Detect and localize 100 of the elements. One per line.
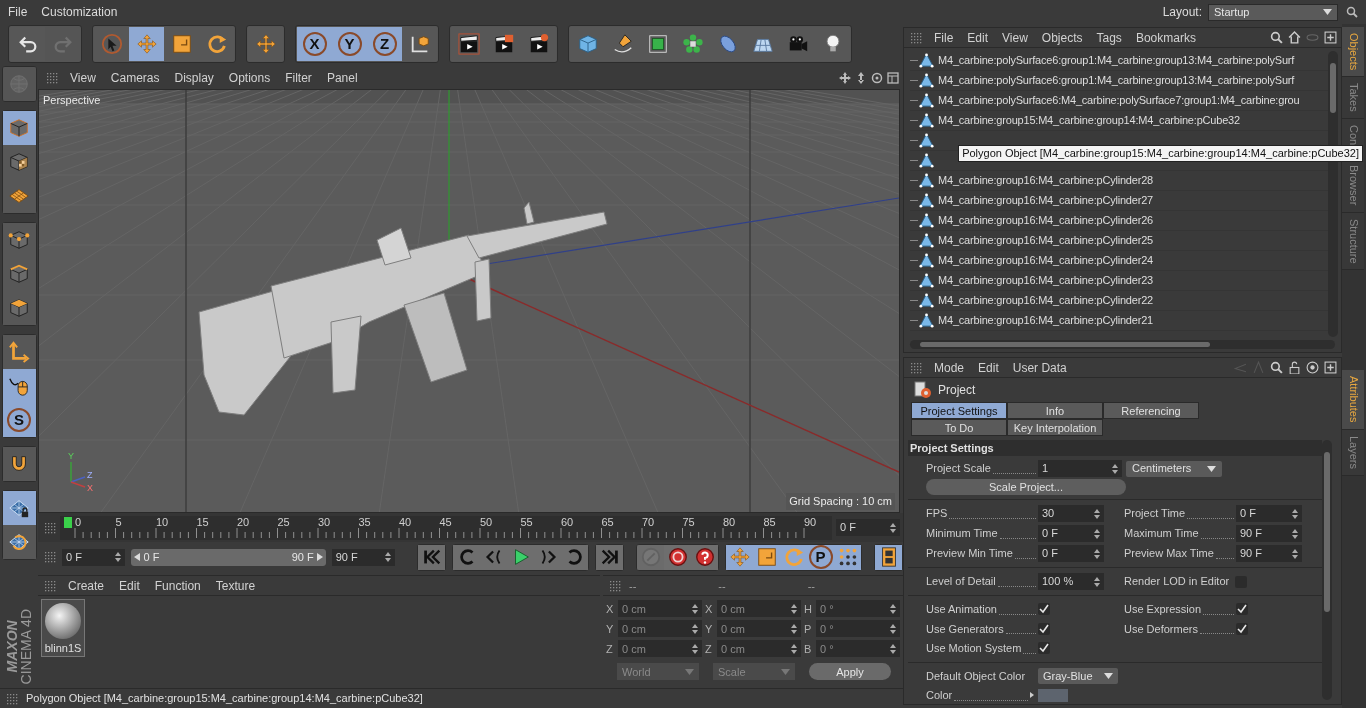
color-dropdown[interactable]: Gray-Blue [1038, 667, 1118, 684]
number-field[interactable]: 0 ° [816, 620, 900, 638]
menu-item[interactable]: Edit [967, 28, 989, 47]
number-field[interactable]: 0 cm [618, 600, 702, 618]
model-button[interactable] [2, 111, 36, 145]
left-arrow-icon[interactable] [134, 553, 141, 562]
number-field[interactable]: 0 F [62, 548, 126, 566]
search-icon[interactable] [1270, 361, 1283, 374]
spinner-icon[interactable] [1112, 463, 1118, 474]
panel-grip-icon[interactable] [44, 521, 56, 534]
menu-item[interactable]: User Data [1012, 358, 1067, 377]
next-key-button[interactable] [561, 544, 588, 570]
number-field[interactable]: 0 cm [618, 640, 702, 658]
go-end-button[interactable] [596, 544, 623, 570]
timeline-ruler[interactable]: 0 5 10 15 20 25 30 35 40 45 50 55 60 65 70 75 80 85 90 [60, 515, 832, 540]
rotate-button[interactable] [780, 544, 807, 570]
spinner-icon[interactable] [115, 552, 122, 563]
axis-lock-button[interactable]: Z [367, 27, 402, 61]
material-swatch[interactable]: blinn1S [41, 599, 85, 658]
target-icon[interactable] [1306, 361, 1319, 374]
panel-grip-icon[interactable] [44, 579, 56, 592]
panel-grip-icon[interactable] [910, 31, 922, 44]
axis-lock-button[interactable]: Y [332, 27, 367, 61]
spinner-icon[interactable] [791, 603, 797, 614]
object-name[interactable]: M4_carbine:polySurface6:group1:M4_carbine:group13:M4_carbine:polySurf [938, 52, 1295, 69]
number-field[interactable]: 100 % [1038, 573, 1104, 590]
spinner-icon[interactable] [1292, 508, 1298, 519]
number-field[interactable]: 0 F [1038, 525, 1104, 542]
menu-item[interactable]: Bookmarks [1135, 28, 1196, 47]
spinner-icon[interactable] [890, 522, 896, 533]
menu-item[interactable]: Tags [1096, 28, 1122, 47]
toggle-panel-icon[interactable] [887, 71, 899, 84]
vertical-scrollbar[interactable] [1322, 440, 1332, 700]
number-field[interactable]: 0 cm [717, 640, 801, 658]
dots-button[interactable] [834, 544, 861, 570]
menu-item[interactable]: Edit [119, 576, 140, 595]
menu-item[interactable]: Cameras [110, 68, 160, 87]
prev-key-button[interactable] [453, 544, 480, 570]
object-name[interactable]: M4_carbine:group16:M4_carbine:pCylinder28 [938, 172, 1153, 189]
spinner-icon[interactable] [1094, 508, 1100, 519]
layout-dropdown[interactable]: Startup [1208, 3, 1338, 21]
side-tab[interactable]: Objects [1342, 27, 1364, 78]
menu-item[interactable]: Filter [285, 68, 312, 87]
color-swatch[interactable] [1038, 688, 1068, 702]
pan-arrows-icon[interactable] [855, 71, 867, 84]
tab[interactable]: To Do [911, 419, 1007, 436]
menu-item[interactable]: View [1002, 28, 1028, 47]
tweak-button[interactable] [2, 369, 36, 403]
number-field[interactable]: 0 F [836, 519, 900, 536]
side-tab[interactable]: Attributes [1342, 370, 1364, 430]
film-button[interactable] [875, 544, 902, 570]
checkbox[interactable] [1038, 642, 1050, 655]
tab[interactable]: Info [1007, 402, 1103, 419]
spinner-icon[interactable] [791, 643, 797, 654]
number-field[interactable]: 0 F [1236, 505, 1302, 522]
axis-lock-button[interactable]: X [297, 27, 332, 61]
object-name[interactable]: M4_carbine:group16:M4_carbine:pCylinder25 [938, 232, 1153, 249]
number-field[interactable]: 90 F [1236, 545, 1302, 562]
spinner-icon[interactable] [1292, 548, 1298, 559]
rotate-view-icon[interactable] [871, 71, 883, 84]
tab[interactable]: Key Interpolation [1007, 419, 1103, 436]
number-field[interactable]: 1 [1038, 460, 1122, 477]
menu-item[interactable]: Edit [978, 358, 999, 377]
menu-item[interactable]: Objects [1041, 28, 1083, 47]
menu-item[interactable]: File [934, 28, 954, 47]
side-tab[interactable]: Structure [1342, 212, 1364, 271]
playhead[interactable] [64, 516, 72, 528]
move-button[interactable] [726, 544, 753, 570]
panel-grip-icon[interactable] [910, 361, 922, 374]
number-field[interactable]: 90 F [1236, 525, 1302, 542]
object-name[interactable]: M4_carbine:group16:M4_carbine:pCylinder23 [938, 272, 1153, 289]
number-field[interactable]: 0 F [1038, 545, 1104, 562]
spinner-icon[interactable] [1094, 528, 1100, 539]
number-field[interactable]: 0 cm [618, 620, 702, 638]
object-name[interactable]: M4_carbine:group16:M4_carbine:pCylinder27 [938, 192, 1153, 209]
workplane-lock-button[interactable] [2, 491, 36, 525]
spinner-icon[interactable] [692, 603, 698, 614]
checkbox[interactable] [1236, 622, 1248, 635]
spinner-icon[interactable] [890, 643, 896, 654]
panel-grip-icon[interactable] [609, 579, 621, 592]
parameter-button[interactable]: P [807, 544, 834, 570]
spinner-icon[interactable] [1292, 528, 1298, 539]
menu-item[interactable]: Panel [326, 68, 358, 87]
unit-dropdown[interactable]: Centimeters [1126, 460, 1222, 477]
object-name[interactable]: M4_carbine:group16:M4_carbine:pCylinder21 [938, 312, 1153, 329]
tab[interactable]: Project Settings [911, 402, 1007, 419]
menu-item[interactable]: Create [68, 576, 105, 595]
spinner-icon[interactable] [1094, 576, 1100, 587]
search-icon[interactable] [1346, 6, 1358, 18]
panel-grip-icon[interactable] [6, 692, 18, 705]
lock-icon[interactable] [1288, 361, 1301, 374]
apply-button[interactable]: Apply [809, 663, 891, 681]
home-icon[interactable] [1288, 31, 1301, 44]
expand-arrow-icon[interactable] [1030, 692, 1034, 699]
horizontal-scrollbar[interactable] [910, 340, 1335, 349]
go-start-button[interactable] [418, 544, 445, 570]
object-name[interactable]: M4_carbine:group15:M4_carbine:group14:M4_carbine:pCube32 [938, 112, 1240, 129]
menu-item[interactable]: Mode [934, 358, 965, 377]
menu-item[interactable]: View [70, 68, 96, 87]
number-field[interactable]: 30 [1038, 505, 1104, 522]
